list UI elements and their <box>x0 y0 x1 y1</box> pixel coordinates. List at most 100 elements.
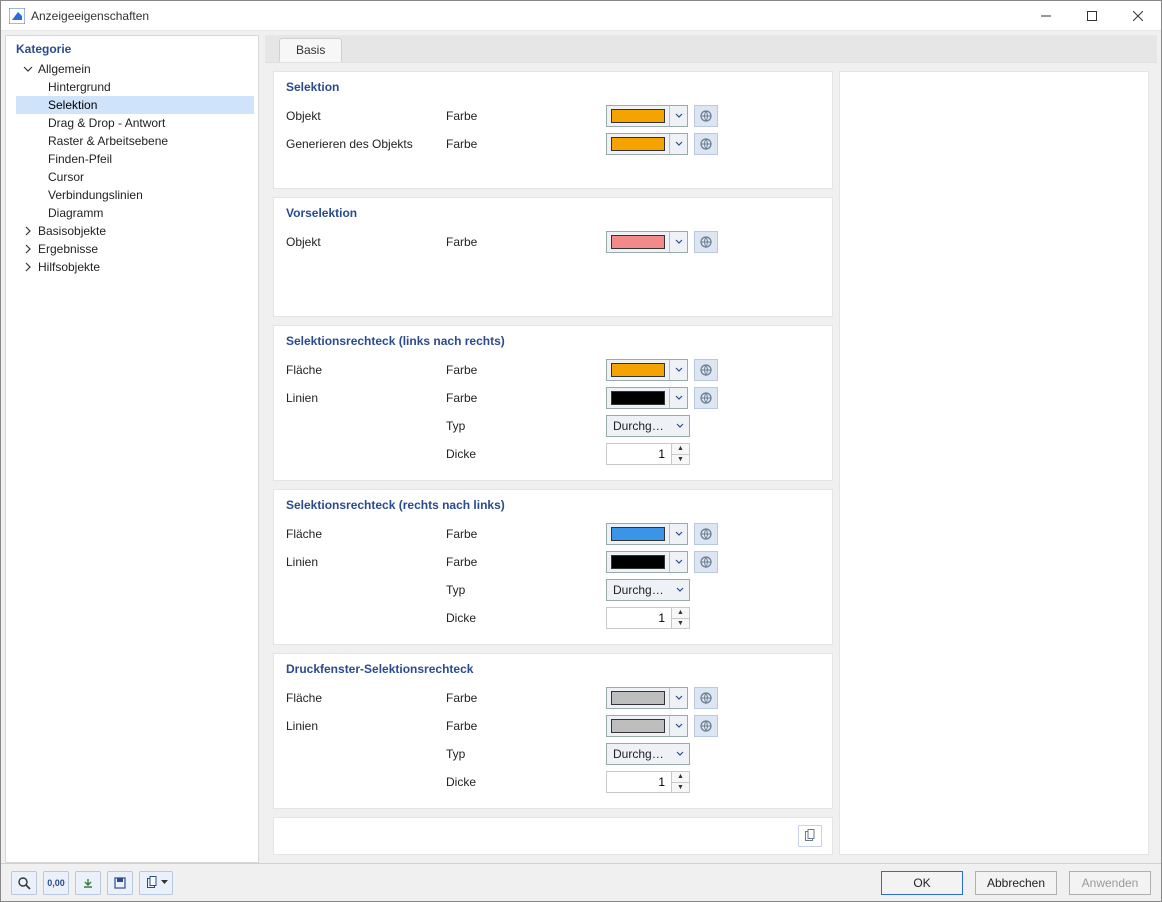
category-header: Kategorie <box>6 36 258 60</box>
category-tree: Allgemein Hintergrund Selektion Drag & D… <box>6 60 258 280</box>
spinner-input[interactable] <box>607 608 671 628</box>
color-picker-print-linien[interactable] <box>606 715 688 737</box>
label-typ: Typ <box>446 747 606 761</box>
apply-globally-button[interactable] <box>694 715 718 737</box>
color-picker-vorselektion-objekt[interactable] <box>606 231 688 253</box>
spinner-down[interactable]: ▼ <box>672 455 689 465</box>
tree-item-allgemein[interactable]: Allgemein <box>16 60 254 78</box>
apply-globally-button[interactable] <box>694 523 718 545</box>
label-farbe: Farbe <box>446 109 606 123</box>
combo-print-typ[interactable]: Durchgezo… <box>606 743 690 765</box>
tree-item-hintergrund[interactable]: Hintergrund <box>16 78 254 96</box>
tree-item-cursor[interactable]: Cursor <box>16 168 254 186</box>
color-picker-rectlr-flaeche[interactable] <box>606 359 688 381</box>
chevron-right-icon <box>22 261 34 273</box>
settings-scroll: Selektion Objekt Farbe <box>265 63 1157 863</box>
tree-item-diagramm[interactable]: Diagramm <box>16 204 254 222</box>
tree-item-selektion[interactable]: Selektion <box>16 96 254 114</box>
chevron-down-icon[interactable] <box>671 416 689 436</box>
tree-item-hilfsobjekte[interactable]: Hilfsobjekte <box>16 258 254 276</box>
row-vorselektion-objekt: Objekt Farbe <box>286 230 822 254</box>
apply-globally-button[interactable] <box>694 687 718 709</box>
dialog-content: Kategorie Allgemein Hintergrund Selektio… <box>1 31 1161 863</box>
spinner-rectlr-dicke[interactable]: ▲ ▼ <box>606 443 690 465</box>
spinner-input[interactable] <box>607 772 671 792</box>
label-farbe: Farbe <box>446 391 606 405</box>
tree-item-findenpfeil[interactable]: Finden-Pfeil <box>16 150 254 168</box>
row-print-linien-dicke: Dicke ▲ ▼ <box>286 770 822 794</box>
chevron-down-icon[interactable] <box>669 716 687 736</box>
apply-globally-button[interactable] <box>694 387 718 409</box>
tree-item-verbindungslinien[interactable]: Verbindungslinien <box>16 186 254 204</box>
ok-button[interactable]: OK <box>881 871 963 895</box>
chevron-down-icon[interactable] <box>671 580 689 600</box>
chevron-down-icon[interactable] <box>669 134 687 154</box>
chevron-down-icon[interactable] <box>669 360 687 380</box>
maximize-button[interactable] <box>1069 1 1115 31</box>
chevron-down-icon[interactable] <box>669 524 687 544</box>
clipboard-button[interactable] <box>798 825 822 847</box>
group-title: Druckfenster-Selektionsrechteck <box>286 662 822 676</box>
spinner-down[interactable]: ▼ <box>672 783 689 793</box>
close-button[interactable] <box>1115 1 1161 31</box>
label-linien: Linien <box>286 719 446 733</box>
chevron-down-icon[interactable] <box>669 388 687 408</box>
apply-globally-button[interactable] <box>694 105 718 127</box>
button-label: Anwenden <box>1082 876 1139 890</box>
group-print-rect: Druckfenster-Selektionsrechteck Fläche F… <box>273 653 833 809</box>
color-picker-rectrl-flaeche[interactable] <box>606 523 688 545</box>
info-bar <box>273 817 833 855</box>
color-picker-selektion-objekt[interactable] <box>606 105 688 127</box>
spinner-down[interactable]: ▼ <box>672 619 689 629</box>
apply-button[interactable]: Anwenden <box>1069 871 1151 895</box>
clipboard-menu-button[interactable] <box>139 871 173 895</box>
tree-label: Hilfsobjekte <box>38 260 100 274</box>
spinner-up[interactable]: ▲ <box>672 608 689 619</box>
tree-label: Hintergrund <box>48 80 111 94</box>
chevron-down-icon <box>22 63 34 75</box>
tree-item-basisobjekte[interactable]: Basisobjekte <box>16 222 254 240</box>
label-flaeche: Fläche <box>286 363 446 377</box>
row-rectlr-flaeche: Fläche Farbe <box>286 358 822 382</box>
color-swatch <box>611 235 665 249</box>
search-button[interactable] <box>11 871 37 895</box>
chevron-down-icon[interactable] <box>669 688 687 708</box>
apply-globally-button[interactable] <box>694 231 718 253</box>
apply-globally-button[interactable] <box>694 133 718 155</box>
import-button[interactable] <box>75 871 101 895</box>
spinner-up[interactable]: ▲ <box>672 772 689 783</box>
color-swatch <box>611 391 665 405</box>
tab-basis[interactable]: Basis <box>279 38 342 62</box>
chevron-down-icon[interactable] <box>671 744 689 764</box>
spinner-print-dicke[interactable]: ▲ ▼ <box>606 771 690 793</box>
group-rect-rl: Selektionsrechteck (rechts nach links) F… <box>273 489 833 645</box>
chevron-down-icon[interactable] <box>669 106 687 126</box>
color-picker-selektion-generieren[interactable] <box>606 133 688 155</box>
spinner-input[interactable] <box>607 444 671 464</box>
apply-globally-button[interactable] <box>694 551 718 573</box>
color-swatch <box>611 137 665 151</box>
tree-item-raster[interactable]: Raster & Arbeitsebene <box>16 132 254 150</box>
spinner-rectrl-dicke[interactable]: ▲ ▼ <box>606 607 690 629</box>
spinner-up[interactable]: ▲ <box>672 444 689 455</box>
chevron-down-icon[interactable] <box>669 232 687 252</box>
chevron-down-icon[interactable] <box>669 552 687 572</box>
dialog-window: Anzeigeeigenschaften Kategorie Allgemein <box>0 0 1162 902</box>
color-picker-rectrl-linien[interactable] <box>606 551 688 573</box>
combo-rectrl-typ[interactable]: Durchgezo… <box>606 579 690 601</box>
color-picker-rectlr-linien[interactable] <box>606 387 688 409</box>
label-farbe: Farbe <box>446 137 606 151</box>
tree-item-ergebnisse[interactable]: Ergebnisse <box>16 240 254 258</box>
combo-rectlr-typ[interactable]: Durchgezo… <box>606 415 690 437</box>
color-swatch <box>611 719 665 733</box>
color-picker-print-flaeche[interactable] <box>606 687 688 709</box>
row-rectrl-linien-typ: Typ Durchgezo… <box>286 578 822 602</box>
tree-label: Selektion <box>48 98 97 112</box>
units-button[interactable]: 0,00 <box>43 871 69 895</box>
tree-item-dragdrop[interactable]: Drag & Drop - Antwort <box>16 114 254 132</box>
group-vorselektion: Vorselektion Objekt Farbe <box>273 197 833 317</box>
cancel-button[interactable]: Abbrechen <box>975 871 1057 895</box>
minimize-button[interactable] <box>1023 1 1069 31</box>
apply-globally-button[interactable] <box>694 359 718 381</box>
save-button[interactable] <box>107 871 133 895</box>
